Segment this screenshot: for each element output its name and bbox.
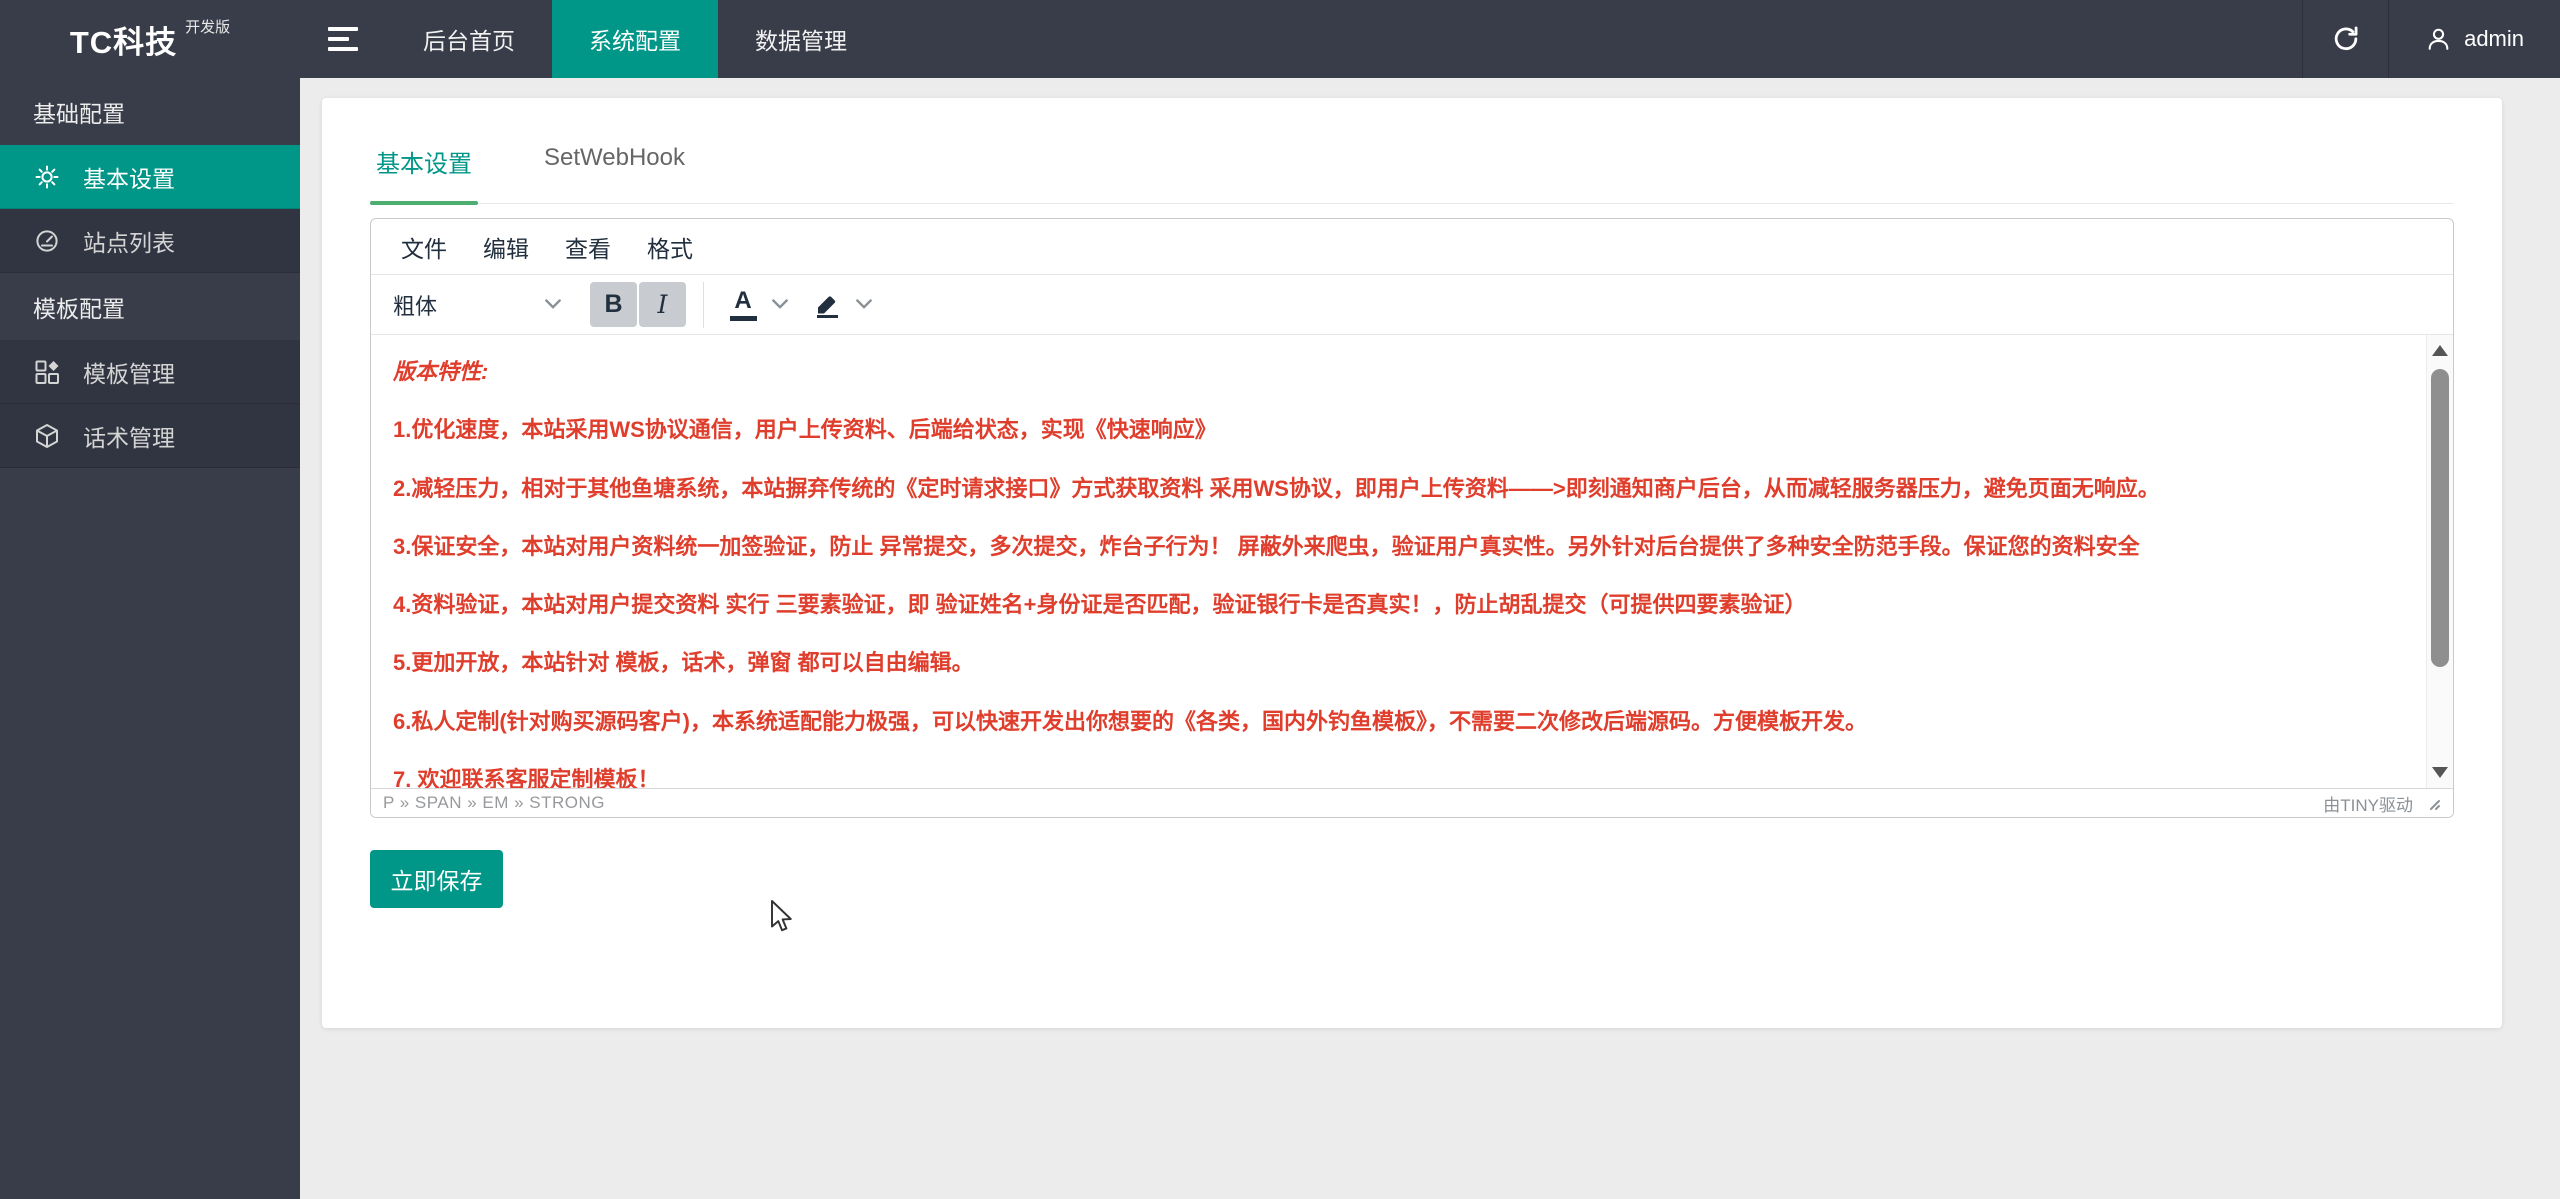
- sidebar: 基础配置 基本设置 站点列表 模板配置: [0, 78, 300, 1199]
- app-version-badge: 开发版: [185, 16, 230, 37]
- editor-paragraph: 7. 欢迎联系客服定制模板！: [393, 767, 2389, 788]
- sidebar-item-label: 话术管理: [83, 419, 175, 453]
- scrollbar-thumb[interactable]: [2431, 369, 2449, 667]
- app-logo[interactable]: TC科技 开发版: [0, 0, 300, 78]
- resize-handle-icon[interactable]: [2425, 795, 2441, 811]
- sidebar-item-script-management[interactable]: 话术管理: [0, 404, 300, 468]
- format-dropdown[interactable]: 粗体: [383, 282, 573, 327]
- cube-icon: [33, 423, 61, 449]
- rich-text-editor: 文件 编辑 查看 格式 粗体 B I A: [370, 218, 2454, 818]
- nav-tab-home[interactable]: 后台首页: [386, 0, 552, 78]
- text-color-swatch: [730, 316, 757, 321]
- editor-paragraph: 1.优化速度，本站采用WS协议通信，用户上传资料、后端给状态，实现《快速响应》: [393, 417, 2389, 442]
- sidebar-item-basic-settings[interactable]: 基本设置: [0, 145, 300, 209]
- username: admin: [2464, 26, 2524, 52]
- tab-setwebhook[interactable]: SetWebHook: [538, 136, 691, 203]
- sidebar-group-template-config[interactable]: 模板配置: [0, 273, 300, 340]
- top-navigation: 后台首页 系统配置 数据管理: [386, 0, 884, 78]
- sidebar-item-label: 模板管理: [83, 355, 175, 389]
- editor-content-area[interactable]: 版本特性: 1.优化速度，本站采用WS协议通信，用户上传资料、后端给状态，实现《…: [371, 335, 2453, 788]
- menu-edit[interactable]: 编辑: [467, 222, 545, 272]
- bold-button[interactable]: B: [590, 282, 637, 327]
- topbar: TC科技 开发版 后台首页 系统配置 数据管理 admin: [0, 0, 2560, 78]
- highlight-color-menu-button[interactable]: [850, 282, 878, 327]
- sidebar-item-template-management[interactable]: 模板管理: [0, 340, 300, 404]
- user-menu[interactable]: admin: [2388, 0, 2560, 78]
- app-title: TC科技: [70, 17, 177, 62]
- chevron-down-icon: [856, 299, 872, 310]
- main-content: 基本设置 SetWebHook 文件 编辑 查看 格式 粗体 B I: [300, 78, 2560, 1199]
- editor-paragraph: 6.私人定制(针对购买源码客户)，本系统适配能力极强，可以快速开发出你想要的《各…: [393, 709, 2389, 734]
- template-icon: [33, 359, 61, 385]
- menu-view[interactable]: 查看: [549, 222, 627, 272]
- nav-tab-data-management[interactable]: 数据管理: [718, 0, 884, 78]
- editor-statusbar: P » SPAN » EM » STRONG 由TINY驱动: [371, 788, 2453, 817]
- text-color-button[interactable]: A: [720, 282, 766, 327]
- sidebar-item-label: 站点列表: [83, 224, 175, 258]
- statusbar-right: 由TINY驱动: [2323, 791, 2441, 816]
- sidebar-item-site-list[interactable]: 站点列表: [0, 209, 300, 273]
- nav-tab-system-config[interactable]: 系统配置: [552, 0, 718, 78]
- text-color-split-button: A: [720, 282, 794, 327]
- editor-menubar: 文件 编辑 查看 格式: [371, 219, 2453, 274]
- editor-paragraph: 版本特性:: [393, 359, 2389, 384]
- format-dropdown-value: 粗体: [393, 289, 437, 321]
- sidebar-collapse-button[interactable]: [300, 0, 386, 78]
- editor-paragraph: 4.资料验证，本站对用户提交资料 实行 三要素验证，即 验证姓名+身份证是否匹配…: [393, 592, 2389, 617]
- refresh-icon: [2331, 24, 2361, 54]
- editor-scrollbar[interactable]: [2426, 335, 2453, 788]
- sidebar-group-basic-config[interactable]: 基础配置: [0, 78, 300, 145]
- element-path: P » SPAN » EM » STRONG: [383, 793, 605, 813]
- editor-paragraph: 2.减轻压力，相对于其他鱼塘系统，本站摒弃传统的《定时请求接口》方式获取资料 采…: [393, 476, 2389, 501]
- settings-card: 基本设置 SetWebHook 文件 编辑 查看 格式 粗体 B I: [322, 98, 2502, 1028]
- highlight-color-button[interactable]: [804, 282, 850, 327]
- tab-basic-settings[interactable]: 基本设置: [370, 136, 478, 203]
- hamburger-icon: [328, 27, 358, 51]
- text-color-icon: A: [734, 289, 751, 313]
- bold-icon: B: [604, 290, 622, 319]
- editor-document: 版本特性: 1.优化速度，本站采用WS协议通信，用户上传资料、后端给状态，实现《…: [371, 335, 2453, 788]
- scroll-up-icon[interactable]: [2432, 345, 2448, 356]
- chevron-down-icon: [545, 299, 561, 310]
- highlight-color-split-button: [804, 282, 878, 327]
- powered-by-label: 由TINY驱动: [2323, 791, 2413, 816]
- gear-icon: [33, 164, 61, 190]
- menu-format[interactable]: 格式: [631, 222, 709, 272]
- chevron-down-icon: [772, 299, 788, 310]
- toolbar-separator: [703, 282, 704, 328]
- save-button[interactable]: 立即保存: [370, 850, 503, 908]
- topbar-actions: admin: [2302, 0, 2560, 78]
- editor-paragraph: 5.更加开放，本站针对 模板，话术，弹窗 都可以自由编辑。: [393, 650, 2389, 675]
- settings-tabs: 基本设置 SetWebHook: [370, 136, 2454, 204]
- editor-paragraph: 3.保证安全，本站对用户资料统一加签验证，防止 异常提交，多次提交，炸台子行为！…: [393, 534, 2389, 559]
- text-color-menu-button[interactable]: [766, 282, 794, 327]
- user-icon: [2425, 26, 2452, 53]
- highlighter-icon: [814, 291, 841, 318]
- refresh-button[interactable]: [2302, 0, 2388, 78]
- gauge-icon: [33, 228, 61, 254]
- italic-icon: I: [658, 290, 668, 319]
- menu-file[interactable]: 文件: [385, 222, 463, 272]
- italic-button[interactable]: I: [639, 282, 686, 327]
- sidebar-item-label: 基本设置: [83, 160, 175, 194]
- editor-toolbar: 粗体 B I A: [371, 274, 2453, 335]
- scroll-down-icon[interactable]: [2432, 767, 2448, 778]
